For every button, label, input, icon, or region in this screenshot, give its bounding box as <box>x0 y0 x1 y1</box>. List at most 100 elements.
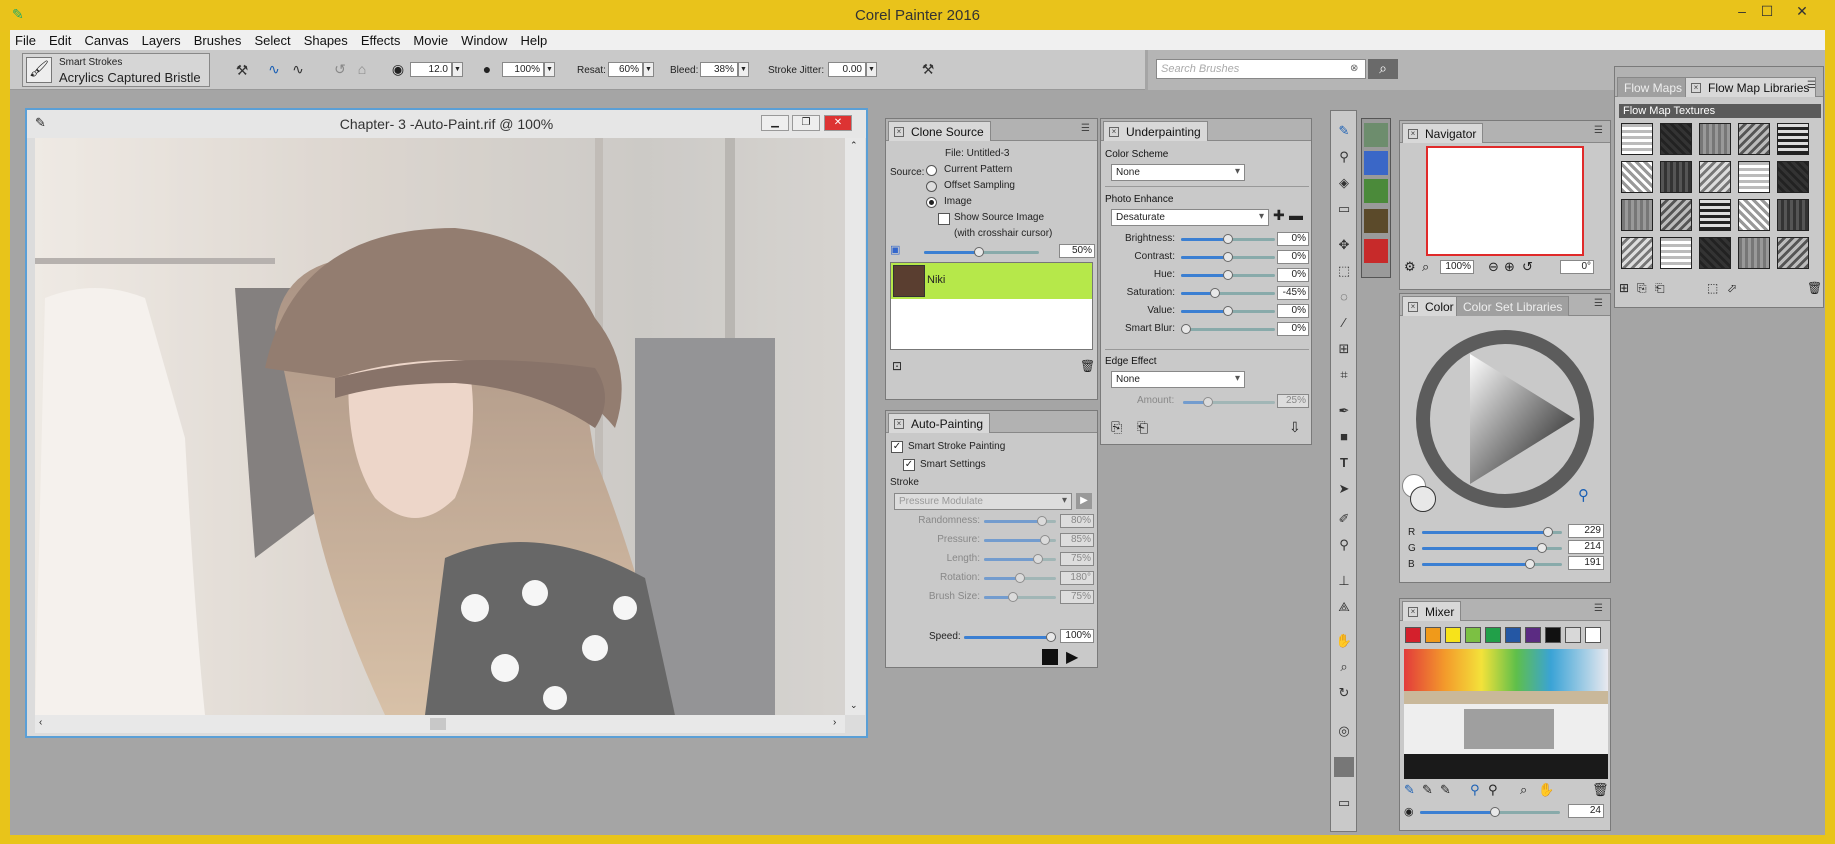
scroll-up-icon[interactable]: ⌃ <box>850 140 858 151</box>
g-slider[interactable] <box>1422 543 1562 553</box>
stroke-play-icon[interactable]: ▶ <box>1076 493 1092 509</box>
flow-map-texture[interactable] <box>1777 237 1809 269</box>
mixer-apply-icon[interactable]: ✎ <box>1422 782 1433 798</box>
menu-shapes[interactable]: Shapes <box>299 30 353 48</box>
close-icon[interactable]: × <box>1691 83 1701 93</box>
quick-clone-icon[interactable]: ⎘ <box>1111 419 1122 436</box>
additional-color-icon[interactable] <box>1410 486 1436 512</box>
doc-restore-button[interactable]: ❐ <box>792 115 820 131</box>
photo-enhance-select[interactable]: Desaturate <box>1111 209 1269 226</box>
amount-value[interactable]: 25% <box>1277 394 1309 408</box>
opacity-field[interactable]: 100% <box>502 62 544 77</box>
mixer-sample-multi-icon[interactable]: ⚲ <box>1488 782 1498 798</box>
rectangle-shape-icon[interactable]: ■ <box>1334 427 1354 447</box>
up-row-value[interactable]: -45% <box>1277 286 1309 300</box>
menu-window[interactable]: Window <box>456 30 512 48</box>
bleed-field[interactable]: 38% <box>700 62 738 77</box>
clear-search-icon[interactable]: ⊗ <box>1350 63 1358 74</box>
speed-slider[interactable] <box>964 632 1056 642</box>
show-source-checkbox[interactable] <box>938 213 950 225</box>
mixer-size-value[interactable]: 24 <box>1568 804 1604 818</box>
edge-effect-select[interactable]: None <box>1111 371 1245 388</box>
brush-tool-icon[interactable]: ✎ <box>1334 121 1354 141</box>
ap-row-slider[interactable] <box>984 554 1056 564</box>
stroke-select[interactable]: Pressure Modulate <box>894 493 1072 510</box>
close-icon[interactable]: × <box>894 419 904 429</box>
tab-color-set-libraries[interactable]: Color Set Libraries <box>1456 296 1570 316</box>
lasso-icon[interactable]: ◌ <box>1334 287 1354 307</box>
pen-icon[interactable]: ✒ <box>1334 401 1354 421</box>
mixer-swatch[interactable] <box>1445 627 1461 643</box>
opacity-dropdown[interactable]: ▼ <box>544 62 555 77</box>
mixer-swatch[interactable] <box>1585 627 1601 643</box>
menu-brushes[interactable]: Brushes <box>189 30 247 48</box>
up-row-slider[interactable] <box>1181 306 1275 316</box>
radio-current-pattern[interactable] <box>926 165 937 176</box>
bleed-dropdown[interactable]: ▼ <box>738 62 749 77</box>
mixer-swatch[interactable] <box>1405 627 1421 643</box>
flow-map-texture[interactable] <box>1738 123 1770 155</box>
library-icon[interactable]: ⊞ <box>1619 281 1629 295</box>
rotate-page-icon[interactable]: ↻ <box>1334 683 1354 703</box>
ap-row-value[interactable]: 85% <box>1060 533 1094 547</box>
tab-mixer[interactable]: × Mixer <box>1402 601 1462 621</box>
resat-field[interactable]: 60% <box>608 62 643 77</box>
paper-texture-icon[interactable] <box>1364 123 1388 147</box>
up-row-slider[interactable] <box>1181 324 1275 334</box>
brush-selector[interactable]: 🖌 Smart Strokes Acrylics Captured Bristl… <box>22 53 210 87</box>
up-row-value[interactable]: 0% <box>1277 268 1309 282</box>
clone-opacity-value[interactable]: 50% <box>1059 244 1095 258</box>
r-value[interactable]: 229 <box>1568 524 1604 538</box>
scroll-left-icon[interactable]: ‹ <box>39 717 42 728</box>
paper-selector-icon[interactable] <box>1334 757 1354 777</box>
mixer-swatch[interactable] <box>1425 627 1441 643</box>
mixer-swatch[interactable] <box>1565 627 1581 643</box>
mixer-sample-icon[interactable]: ⚲ <box>1470 782 1480 798</box>
layer-adjuster-icon[interactable]: ✥ <box>1334 235 1354 255</box>
menu-edit[interactable]: Edit <box>44 30 76 48</box>
flow-map-texture[interactable] <box>1621 123 1653 155</box>
stroke-option-icon[interactable]: ↺ <box>330 61 350 78</box>
flow-map-texture[interactable] <box>1777 199 1809 231</box>
zoom-in-icon[interactable]: ⊕ <box>1504 259 1515 275</box>
up-row-slider[interactable] <box>1181 270 1275 280</box>
panel-menu-icon[interactable]: ☰ <box>1594 126 1606 137</box>
scroll-right-icon[interactable]: › <box>833 717 836 728</box>
capture-flow-icon[interactable]: ⬀ <box>1727 281 1737 295</box>
new-flow-icon[interactable]: ⬚ <box>1707 281 1718 295</box>
shape-select-icon[interactable]: ➤ <box>1334 479 1354 499</box>
sample-multiple-icon[interactable]: ⚲ <box>1578 486 1589 504</box>
weaving-icon[interactable] <box>1364 239 1388 263</box>
panel-menu-icon[interactable]: ☰ <box>1594 604 1606 615</box>
jitter-dropdown[interactable]: ▼ <box>866 62 877 77</box>
eraser-tool-icon[interactable]: ▭ <box>1334 199 1354 219</box>
apply-icon[interactable]: ⇩ <box>1289 419 1301 436</box>
flow-map-texture[interactable] <box>1699 199 1731 231</box>
magic-wand-icon[interactable]: ⁄ <box>1334 313 1354 333</box>
flow-map-texture[interactable] <box>1660 123 1692 155</box>
transform-icon[interactable]: ⊞ <box>1334 339 1354 359</box>
rubber-stamp-icon[interactable]: ⚲ <box>1334 535 1354 555</box>
nozzle-icon[interactable] <box>1364 209 1388 233</box>
up-row-slider[interactable] <box>1181 234 1275 244</box>
color-scheme-select[interactable]: None <box>1111 164 1245 181</box>
flow-map-texture[interactable] <box>1660 161 1692 193</box>
tab-color[interactable]: × Color <box>1402 296 1461 316</box>
mixer-swatch[interactable] <box>1545 627 1561 643</box>
up-row-value[interactable]: 0% <box>1277 250 1309 264</box>
scroll-down-icon[interactable]: ⌄ <box>850 700 858 711</box>
perspective-icon[interactable]: ⟁ <box>1334 597 1354 617</box>
delete-flow-icon[interactable]: 🗑 <box>1807 281 1822 295</box>
amount-slider[interactable] <box>1183 397 1275 407</box>
mixer-pan-icon[interactable]: ✋ <box>1538 782 1554 798</box>
size-field[interactable]: 12.0 <box>410 62 452 77</box>
stroke-freehand-icon[interactable]: ∿ <box>264 61 284 78</box>
search-button[interactable]: ⌕ <box>1368 59 1398 79</box>
flow-map-texture[interactable] <box>1777 123 1809 155</box>
tab-flow-maps[interactable]: Flow Maps <box>1617 77 1690 97</box>
paint-bucket-icon[interactable]: ◈ <box>1334 173 1354 193</box>
reset-icon[interactable]: ⎗ <box>1137 419 1148 436</box>
zoom-out-icon[interactable]: ⊖ <box>1488 259 1499 275</box>
menu-select[interactable]: Select <box>249 30 295 48</box>
enhance-add-icon[interactable]: ✚ <box>1273 207 1285 224</box>
